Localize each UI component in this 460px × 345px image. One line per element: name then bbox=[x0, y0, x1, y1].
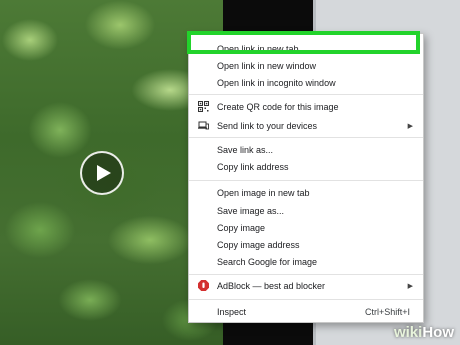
menu-item-adblock[interactable]: AdBlock — best ad blocker ▶ bbox=[189, 277, 423, 294]
menu-separator bbox=[189, 94, 423, 95]
menu-item-label: Search Google for image bbox=[217, 256, 318, 267]
menu-item-label: Create QR code for this image bbox=[217, 101, 339, 112]
submenu-arrow-icon: ▶ bbox=[407, 282, 413, 290]
wikihow-watermark: wikiHow bbox=[393, 324, 454, 341]
menu-item-label: Inspect bbox=[217, 306, 247, 317]
menu-item-open-link-incognito[interactable]: Open link in incognito window bbox=[189, 74, 423, 91]
menu-separator bbox=[189, 180, 423, 181]
highlight-box bbox=[187, 31, 420, 54]
devices-icon bbox=[198, 121, 209, 130]
menu-item-label: Copy link address bbox=[217, 161, 289, 172]
menu-item-label: Open image in new tab bbox=[217, 187, 310, 198]
menu-item-create-qr-code[interactable]: Create QR code for this image bbox=[189, 98, 423, 115]
menu-item-label: Copy image address bbox=[217, 239, 300, 250]
menu-item-copy-image-address[interactable]: Copy image address bbox=[189, 236, 423, 253]
qr-code-icon bbox=[198, 101, 209, 112]
menu-item-send-link-devices[interactable]: Send link to your devices ▶ bbox=[189, 117, 423, 134]
adblock-icon bbox=[198, 280, 209, 291]
context-menu: Open link in new tab Open link in new wi… bbox=[188, 33, 424, 323]
menu-item-label: Open link in incognito window bbox=[217, 77, 336, 88]
menu-item-label: AdBlock — best ad blocker bbox=[217, 280, 326, 291]
menu-separator bbox=[189, 274, 423, 275]
menu-item-save-link-as[interactable]: Save link as... bbox=[189, 141, 423, 158]
menu-item-label: Open link in new window bbox=[217, 60, 317, 71]
menu-item-inspect[interactable]: Inspect Ctrl+Shift+I bbox=[189, 303, 423, 320]
menu-separator bbox=[189, 137, 423, 138]
menu-item-copy-link-address[interactable]: Copy link address bbox=[189, 158, 423, 175]
play-icon bbox=[97, 165, 111, 181]
menu-item-label: Copy image bbox=[217, 222, 266, 233]
play-button[interactable] bbox=[80, 151, 124, 195]
menu-item-open-image-new-tab[interactable]: Open image in new tab bbox=[189, 184, 423, 201]
menu-item-open-link-new-window[interactable]: Open link in new window bbox=[189, 57, 423, 74]
menu-item-copy-image[interactable]: Copy image bbox=[189, 219, 423, 236]
menu-item-save-image-as[interactable]: Save image as... bbox=[189, 202, 423, 219]
submenu-arrow-icon: ▶ bbox=[407, 122, 413, 130]
menu-item-shortcut: Ctrl+Shift+I bbox=[364, 306, 410, 317]
menu-separator bbox=[189, 299, 423, 300]
menu-item-label: Save link as... bbox=[217, 144, 274, 155]
menu-item-search-google-image[interactable]: Search Google for image bbox=[189, 253, 423, 270]
menu-item-label: Send link to your devices bbox=[217, 120, 318, 131]
menu-item-label: Save image as... bbox=[217, 205, 285, 216]
